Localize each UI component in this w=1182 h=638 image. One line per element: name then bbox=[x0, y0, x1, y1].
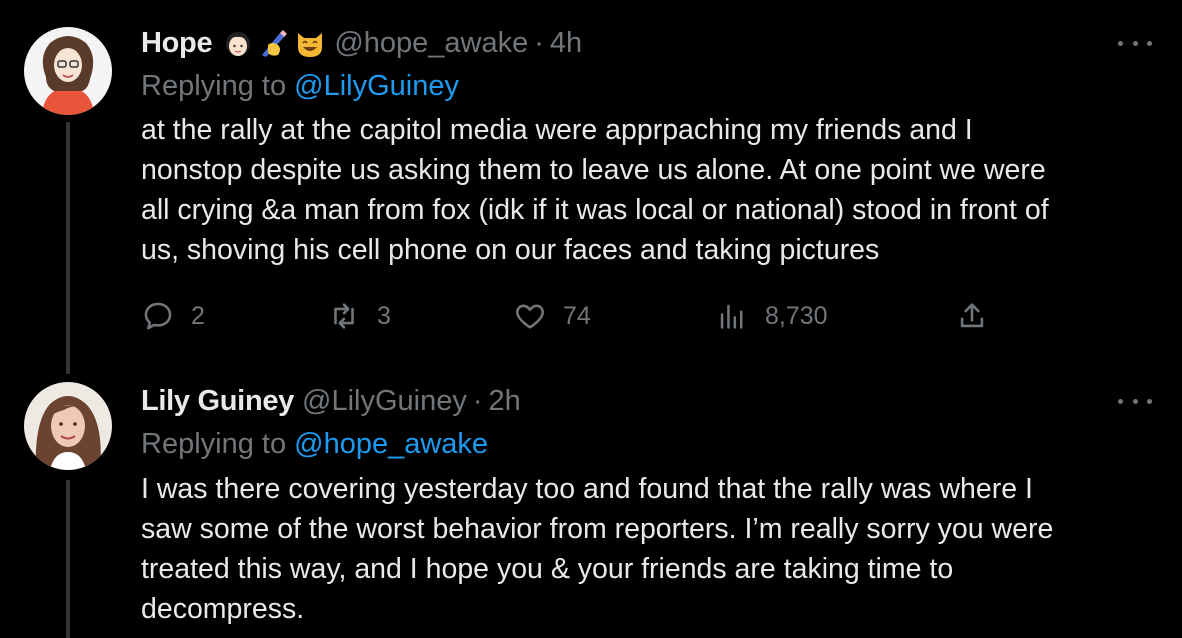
timestamp[interactable]: 2h bbox=[489, 385, 521, 418]
tweet-header: Hope @hope_awake · 4h bbox=[141, 23, 582, 63]
tweet-text-line: decompress. bbox=[141, 593, 305, 625]
retweet-button[interactable]: 3 bbox=[327, 296, 391, 336]
avatar-hope[interactable] bbox=[24, 27, 112, 115]
more-dot-icon bbox=[1118, 398, 1123, 404]
more-dot-icon bbox=[1147, 40, 1152, 46]
display-name[interactable]: Lily Guiney bbox=[141, 385, 294, 418]
replying-to-line: Replying to @LilyGuiney bbox=[141, 70, 459, 103]
reply-icon bbox=[144, 302, 172, 330]
reply-count: 2 bbox=[191, 301, 205, 330]
woman-face-icon bbox=[222, 27, 254, 59]
like-button[interactable]: 74 bbox=[513, 296, 591, 336]
avatar-lily[interactable] bbox=[24, 382, 112, 470]
tweet-text-line: all crying &a man from fox (idk if it wa… bbox=[141, 194, 1049, 226]
replying-to-mention[interactable]: @LilyGuiney bbox=[294, 70, 459, 102]
views-icon bbox=[720, 304, 743, 329]
handle[interactable]: @LilyGuiney bbox=[302, 385, 467, 418]
tweet-text-line: I was there covering yesterday too and f… bbox=[141, 473, 1033, 505]
reply-button[interactable]: 2 bbox=[141, 296, 205, 336]
replying-to-label: Replying to bbox=[141, 70, 287, 102]
views-count: 8,730 bbox=[765, 301, 828, 330]
tweet-text-line: saw some of the worst behavior from repo… bbox=[141, 513, 1054, 545]
replying-to-line: Replying to @hope_awake bbox=[141, 428, 488, 461]
thread-line-top bbox=[66, 122, 70, 374]
more-dot-icon bbox=[1147, 398, 1152, 404]
tweet-text-line: nonstop despite us asking them to leave … bbox=[141, 154, 1046, 186]
separator-dot: · bbox=[472, 384, 483, 417]
more-dot-icon bbox=[1118, 40, 1123, 46]
more-options-button[interactable] bbox=[1118, 391, 1152, 411]
thread-line-bottom bbox=[66, 480, 70, 638]
share-button[interactable] bbox=[955, 296, 1005, 336]
tweet-text-line: us, shoving his cell phone on our faces … bbox=[141, 234, 880, 266]
tweet-header: Lily Guiney @LilyGuiney · 2h bbox=[141, 381, 521, 421]
tweet-text-line: treated this way, and I hope you & your … bbox=[141, 553, 954, 585]
tweet-text: I was there covering yesterday too and f… bbox=[141, 469, 1151, 629]
more-dot-icon bbox=[1132, 398, 1138, 404]
timestamp[interactable]: 4h bbox=[550, 27, 582, 60]
like-count: 74 bbox=[563, 301, 591, 330]
display-name[interactable]: Hope bbox=[141, 27, 213, 60]
views-button[interactable]: 8,730 bbox=[715, 296, 828, 336]
separator-dot: · bbox=[534, 26, 544, 59]
smiling-cat-icon bbox=[294, 27, 326, 59]
retweet-icon bbox=[334, 303, 354, 329]
tweet-text: at the rally at the capitol media were a… bbox=[141, 110, 1151, 270]
more-options-button[interactable] bbox=[1118, 33, 1152, 53]
tweet-text-line: at the rally at the capitol media were a… bbox=[141, 114, 973, 146]
retweet-count: 3 bbox=[377, 301, 391, 330]
replying-to-label: Replying to bbox=[141, 428, 287, 460]
writing-hand-icon bbox=[258, 27, 290, 59]
replying-to-mention[interactable]: @hope_awake bbox=[294, 428, 488, 460]
handle[interactable]: @hope_awake bbox=[334, 27, 528, 60]
share-icon bbox=[960, 303, 984, 328]
more-dot-icon bbox=[1132, 40, 1138, 46]
heart-icon bbox=[516, 304, 544, 329]
